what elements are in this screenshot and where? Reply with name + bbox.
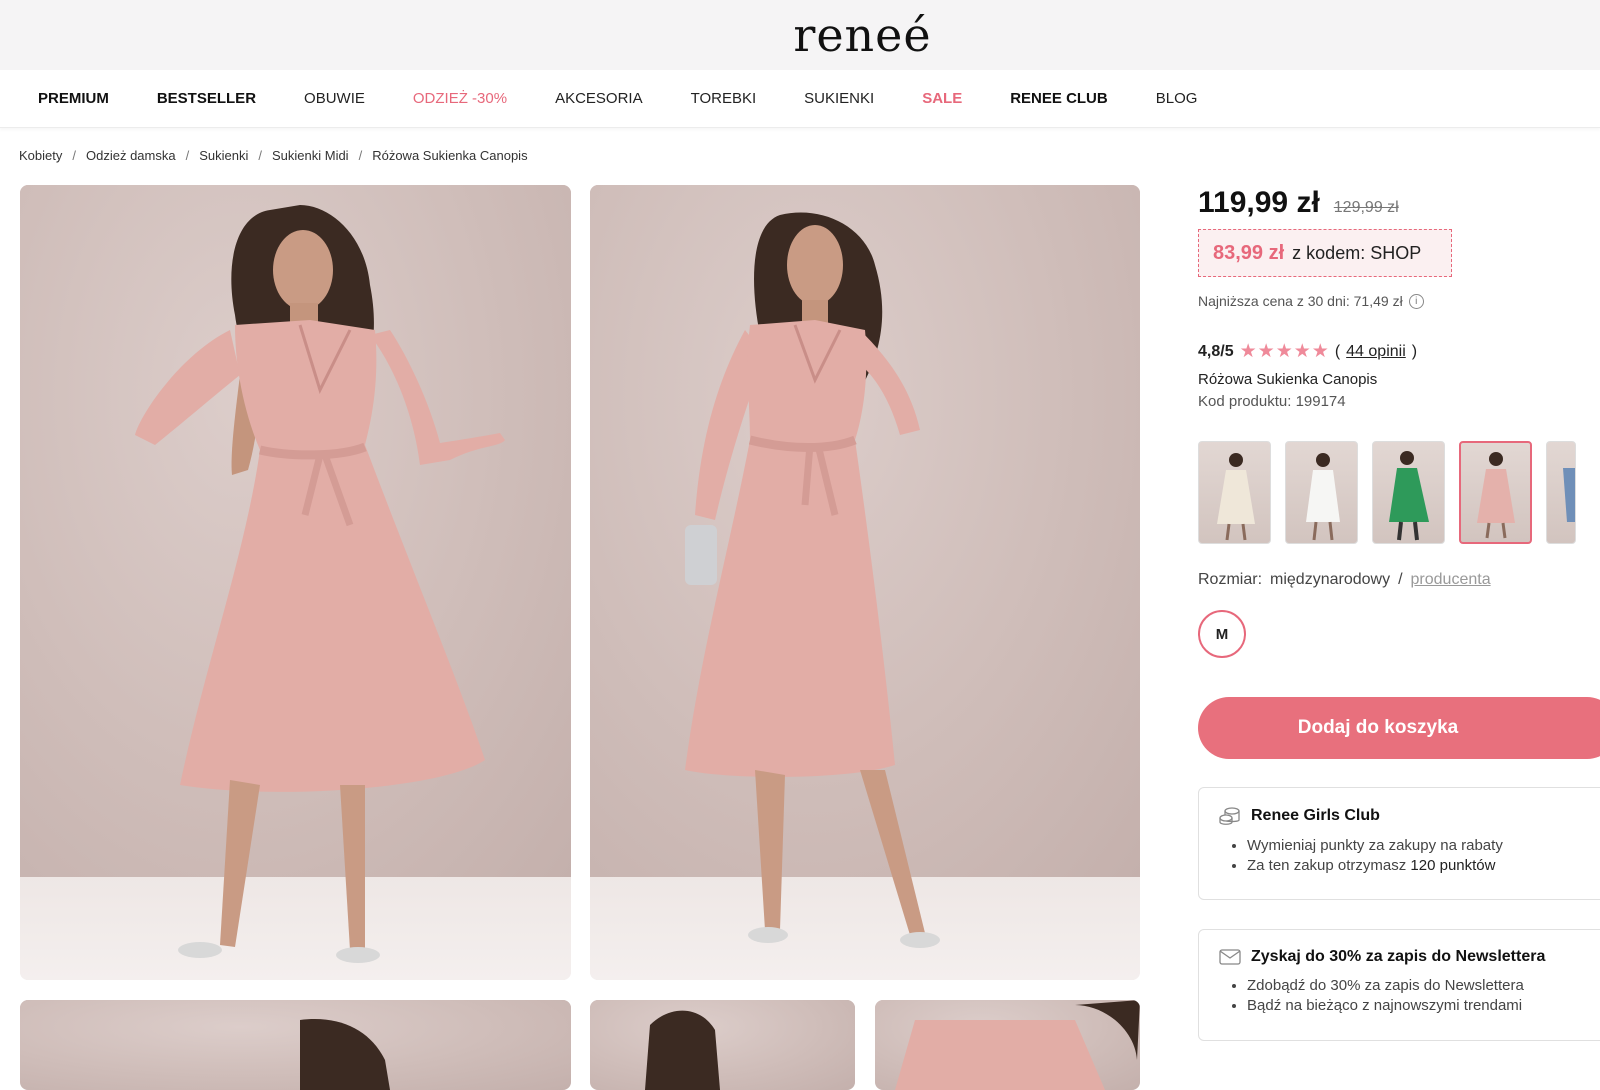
product-photo-2[interactable] — [590, 185, 1140, 980]
rating-stars: ★ ★ ★ ★ ★ — [1240, 340, 1329, 363]
points-value: 120 punktów — [1410, 857, 1496, 874]
promo-code-text: z kodem: SHOP — [1292, 242, 1422, 263]
breadcrumb-current: Różowa Sukienka Canopis — [372, 148, 528, 163]
variant-figure — [1217, 453, 1255, 541]
variant-thumb-pink[interactable] — [1459, 441, 1532, 544]
lowest-price-text: Najniższa cena z 30 dni: 71,49 zł — [1198, 293, 1403, 309]
breadcrumb-item[interactable]: Sukienki — [199, 148, 248, 163]
coins-icon — [1219, 807, 1240, 825]
nav-item-blog[interactable]: BLOG — [1156, 90, 1198, 107]
current-price: 119,99 zł — [1198, 186, 1320, 219]
color-variants — [1198, 441, 1576, 544]
breadcrumb-separator: / — [358, 148, 363, 163]
price-row: 119,99 zł 129,99 zł — [1198, 186, 1399, 220]
variant-thumb-white[interactable] — [1285, 441, 1358, 544]
variant-figure — [1477, 452, 1515, 539]
variant-thumb-cream[interactable] — [1198, 441, 1271, 544]
rating-row: 4,8/5 ★ ★ ★ ★ ★ (44 opinii) — [1198, 340, 1417, 363]
reviews-paren-close: ) — [1411, 342, 1418, 360]
reviews-paren-open: ( — [1334, 342, 1341, 360]
club-card-item: Wymieniaj punkty za zakupy na rabaty — [1247, 836, 1597, 856]
club-card-title-row: Renee Girls Club — [1219, 806, 1597, 826]
newsletter-card-title: Zyskaj do 30% za zapis do Newslettera — [1251, 948, 1546, 965]
model-figure — [645, 1010, 720, 1090]
star-icon: ★ — [1275, 341, 1293, 362]
newsletter-card-list: Zdobądź do 30% za zapis do Newslettera B… — [1219, 976, 1597, 1016]
variant-thumb-blue[interactable] — [1546, 441, 1576, 544]
size-system-international[interactable]: międzynarodowy — [1270, 571, 1390, 589]
breadcrumb-item[interactable]: Sukienki Midi — [272, 148, 349, 163]
size-separator: / — [1398, 571, 1403, 588]
club-card-title: Renee Girls Club — [1251, 807, 1380, 824]
nav-item-odziez[interactable]: ODZIEŻ -30% — [413, 90, 507, 107]
product-name: Różowa Sukienka Canopis — [1198, 371, 1378, 388]
envelope-icon — [1219, 949, 1241, 965]
site-header: reneé — [0, 0, 1600, 70]
star-icon: ★ — [1239, 341, 1257, 362]
nav-item-obuwie[interactable]: OBUWIE — [304, 90, 365, 107]
product-code: Kod produktu: 199174 — [1198, 393, 1346, 410]
brand-logo[interactable]: reneé — [793, 8, 931, 62]
product-photo-1[interactable] — [20, 185, 571, 980]
promo-code-box: 83,99 zł z kodem: SHOP — [1198, 229, 1452, 277]
product-photo-5[interactable] — [875, 1000, 1140, 1090]
model-figure — [685, 212, 940, 948]
nav-item-renee-club[interactable]: RENEE CLUB — [1010, 90, 1108, 107]
club-card-list: Wymieniaj punkty za zakupy na rabaty Za … — [1219, 836, 1597, 876]
breadcrumb-item[interactable]: Odzież damska — [86, 148, 176, 163]
breadcrumb-separator: / — [72, 148, 76, 163]
reviews-link[interactable]: 44 opinii — [1346, 343, 1406, 361]
star-icon: ★ — [1293, 341, 1311, 362]
points-prefix: Za ten zakup otrzymasz — [1247, 857, 1407, 874]
nav-item-sukienki[interactable]: SUKIENKI — [804, 90, 874, 107]
newsletter-card-item: Bądź na bieżąco z najnowszymi trendami — [1247, 996, 1597, 1016]
nav-item-sale[interactable]: SALE — [922, 90, 962, 107]
size-label: Rozmiar: — [1198, 571, 1263, 588]
info-icon[interactable]: i — [1408, 293, 1424, 309]
breadcrumb: Kobiety / Odzież damska / Sukienki / Suk… — [19, 148, 528, 163]
model-figure — [895, 1000, 1140, 1090]
variant-thumb-green[interactable] — [1372, 441, 1445, 544]
newsletter-card-title-row: Zyskaj do 30% za zapis do Newslettera — [1219, 948, 1597, 966]
model-figure — [135, 205, 505, 963]
main-navigation: PREMIUM BESTSELLER OBUWIE ODZIEŻ -30% AK… — [0, 70, 1600, 128]
newsletter-card: Zyskaj do 30% za zapis do Newslettera Zd… — [1198, 929, 1600, 1041]
product-photo-3[interactable] — [20, 1000, 571, 1090]
model-figure — [300, 1019, 390, 1090]
size-selector-row: Rozmiar: międzynarodowy / producenta — [1198, 571, 1491, 589]
nav-item-akcesoria[interactable]: AKCESORIA — [555, 90, 643, 107]
promo-price: 83,99 zł — [1213, 241, 1285, 264]
variant-figure — [1563, 468, 1575, 522]
old-price: 129,99 zł — [1333, 199, 1399, 216]
lowest-price-info: Najniższa cena z 30 dni: 71,49 zł i — [1198, 293, 1424, 309]
size-option-m[interactable]: M — [1198, 610, 1246, 658]
size-system-producer[interactable]: producenta — [1411, 571, 1491, 589]
breadcrumb-item[interactable]: Kobiety — [19, 148, 62, 163]
club-card: Renee Girls Club Wymieniaj punkty za zak… — [1198, 787, 1600, 900]
nav-item-premium[interactable]: PREMIUM — [38, 90, 109, 107]
add-to-cart-button[interactable]: Dodaj do koszyka — [1198, 697, 1600, 759]
rating-value: 4,8/5 — [1198, 342, 1234, 360]
nav-item-torebki[interactable]: TOREBKI — [691, 90, 757, 107]
variant-figure — [1306, 453, 1340, 541]
star-icon: ★ — [1311, 341, 1329, 362]
nav-item-bestseller[interactable]: BESTSELLER — [157, 90, 256, 107]
variant-figure — [1389, 451, 1429, 541]
club-card-item: Za ten zakup otrzymasz 120 punktów — [1247, 856, 1597, 876]
star-icon: ★ — [1257, 341, 1275, 362]
breadcrumb-separator: / — [258, 148, 262, 163]
breadcrumb-separator: / — [185, 148, 190, 163]
product-photo-4[interactable] — [590, 1000, 855, 1090]
newsletter-card-item: Zdobądź do 30% za zapis do Newslettera — [1247, 976, 1597, 996]
